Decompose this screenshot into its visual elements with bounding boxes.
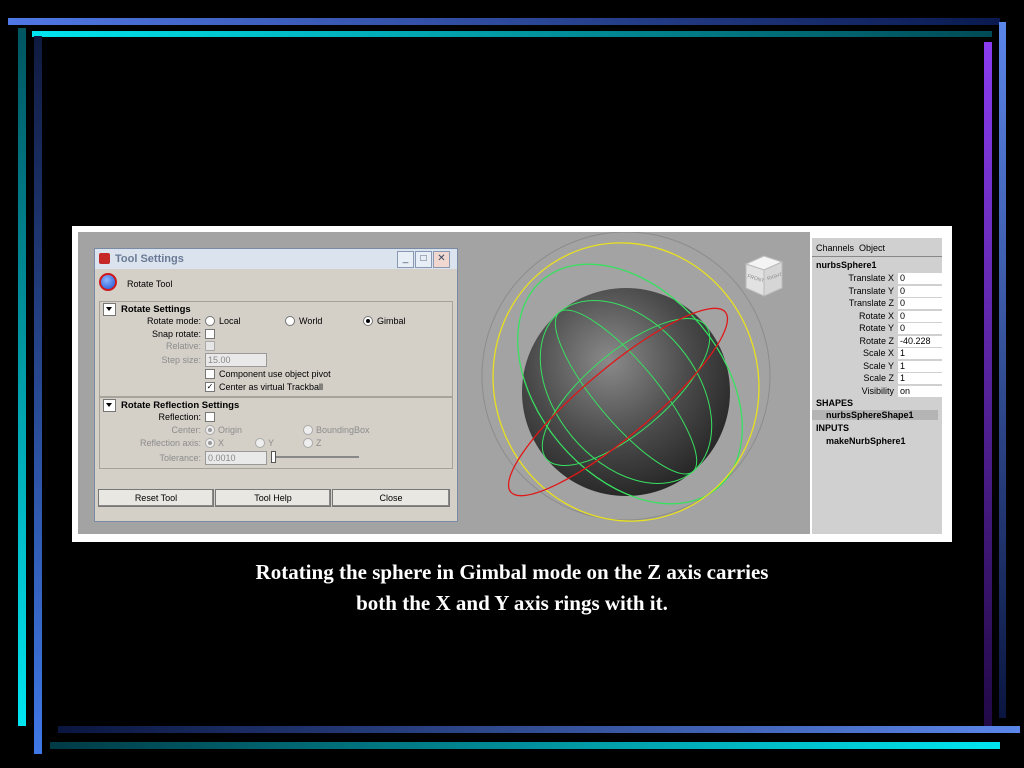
frame-bar-right-blue — [999, 22, 1006, 718]
reflection-settings-title: Rotate Reflection Settings — [121, 400, 240, 411]
mode-gimbal-radio[interactable] — [363, 316, 373, 326]
tolerance-slider-handle[interactable] — [271, 451, 276, 463]
inputs-header: INPUTS — [816, 423, 850, 433]
channel-row[interactable]: Scale X1 — [812, 348, 942, 360]
tolerance-field[interactable]: 0.0010 — [205, 451, 267, 465]
frame-bar-left-cyan — [18, 28, 26, 726]
frame-bar-top-blue — [8, 18, 1000, 25]
snap-rotate-label: Snap rotate: — [151, 329, 201, 339]
channel-row[interactable]: Rotate X0 — [812, 310, 942, 323]
tool-settings-titlebar[interactable]: Tool Settings _ □ ✕ — [95, 249, 457, 269]
center-label: Center: — [171, 425, 201, 435]
viewcube[interactable]: FRONT RIGHT — [742, 254, 786, 298]
channels-menu[interactable]: Channels — [816, 243, 854, 253]
frame-bar-bottom-blue — [58, 726, 1020, 733]
center-trackball-label: Center as virtual Trackball — [219, 382, 324, 392]
channel-row[interactable]: Visibility on — [812, 385, 942, 398]
component-pivot-checkbox[interactable] — [205, 369, 215, 379]
center-bbox-radio[interactable] — [303, 425, 313, 435]
reset-tool-button[interactable]: Reset Tool — [98, 489, 214, 507]
channel-row[interactable]: Scale Z1 — [812, 373, 942, 385]
rotate-settings-title: Rotate Settings — [121, 304, 191, 315]
center-bbox-label: BoundingBox — [316, 425, 370, 435]
channel-row[interactable]: Translate X0 — [812, 273, 942, 285]
shape-name[interactable]: nurbsSphereShape1 — [812, 410, 938, 420]
shapes-header: SHAPES — [816, 398, 854, 408]
center-origin-label: Origin — [218, 425, 243, 435]
rotate-mode-label: Rotate mode: — [146, 316, 201, 326]
mode-gimbal-label: Gimbal — [377, 316, 406, 326]
axis-z-label: Z — [316, 438, 322, 448]
maya-screenshot: FRONT RIGHT Tool Settings _ □ ✕ Rotate T… — [72, 226, 952, 542]
caption-line-1: Rotating the sphere in Gimbal mode on th… — [255, 560, 769, 584]
center-origin-radio[interactable] — [205, 425, 215, 435]
reflection-checkbox[interactable] — [205, 412, 215, 422]
relative-checkbox[interactable] — [205, 341, 215, 351]
tolerance-label: Tolerance: — [159, 453, 201, 463]
maya-app-icon — [99, 253, 110, 264]
reflection-settings-collapse-icon[interactable] — [103, 399, 116, 412]
mode-world-label: World — [299, 316, 323, 326]
tool-settings-window: Tool Settings _ □ ✕ Rotate Tool Rotate S… — [94, 248, 458, 522]
axis-y-label: Y — [268, 438, 275, 448]
axis-y-radio[interactable] — [255, 438, 265, 448]
mode-local-label: Local — [219, 316, 241, 326]
tool-help-button[interactable]: Tool Help — [215, 489, 331, 507]
snap-rotate-checkbox[interactable] — [205, 329, 215, 339]
channel-box: Channels Object nurbsSphere1 Translate X… — [812, 238, 942, 534]
reflection-label: Reflection: — [158, 412, 201, 422]
channel-row[interactable]: Scale Y1 — [812, 360, 942, 373]
axis-x-radio[interactable] — [205, 438, 215, 448]
channel-box-divider — [812, 256, 942, 257]
channel-row[interactable]: Translate Z0 — [812, 298, 942, 310]
frame-bar-bottom-cyan — [50, 742, 1000, 749]
object-name[interactable]: nurbsSphere1 — [816, 260, 877, 270]
frame-bar-left-blue — [34, 36, 42, 754]
close-window-button[interactable]: ✕ — [433, 251, 450, 268]
maximize-button[interactable]: □ — [415, 251, 432, 268]
frame-bar-right-violet — [984, 42, 992, 732]
axis-x-label: X — [218, 438, 225, 448]
close-button[interactable]: Close — [332, 489, 450, 507]
channel-row[interactable]: Rotate Y0 — [812, 323, 942, 335]
rotate-tool-icon — [99, 273, 117, 291]
input-name[interactable]: makeNurbSphere1 — [826, 436, 906, 446]
window-title: Tool Settings — [115, 253, 184, 265]
axis-z-radio[interactable] — [303, 438, 313, 448]
channel-row[interactable]: Translate Y0 — [812, 285, 942, 298]
minimize-button[interactable]: _ — [397, 251, 414, 268]
step-size-field[interactable]: 15.00 — [205, 353, 267, 367]
viewport-3d[interactable]: FRONT RIGHT Tool Settings _ □ ✕ Rotate T… — [78, 232, 810, 534]
step-size-label: Step size: — [161, 355, 201, 365]
frame-bar-top-cyan — [32, 31, 992, 37]
tolerance-slider-track[interactable] — [271, 456, 359, 458]
reflection-axis-label: Reflection axis: — [139, 438, 201, 448]
slide-caption: Rotating the sphere in Gimbal mode on th… — [112, 557, 912, 619]
caption-line-2: both the X and Y axis rings with it. — [356, 591, 668, 615]
component-pivot-label: Component use object pivot — [219, 369, 331, 379]
object-menu[interactable]: Object — [859, 243, 885, 253]
nurbs-sphere — [522, 288, 730, 496]
relative-label: Relative: — [165, 341, 201, 351]
center-trackball-checkbox[interactable]: ✓ — [205, 382, 215, 392]
rotate-settings-collapse-icon[interactable] — [103, 303, 116, 316]
channel-row[interactable]: Rotate Z -40.228 — [812, 335, 942, 348]
tool-name: Rotate Tool — [127, 279, 173, 289]
mode-world-radio[interactable] — [285, 316, 295, 326]
mode-local-radio[interactable] — [205, 316, 215, 326]
